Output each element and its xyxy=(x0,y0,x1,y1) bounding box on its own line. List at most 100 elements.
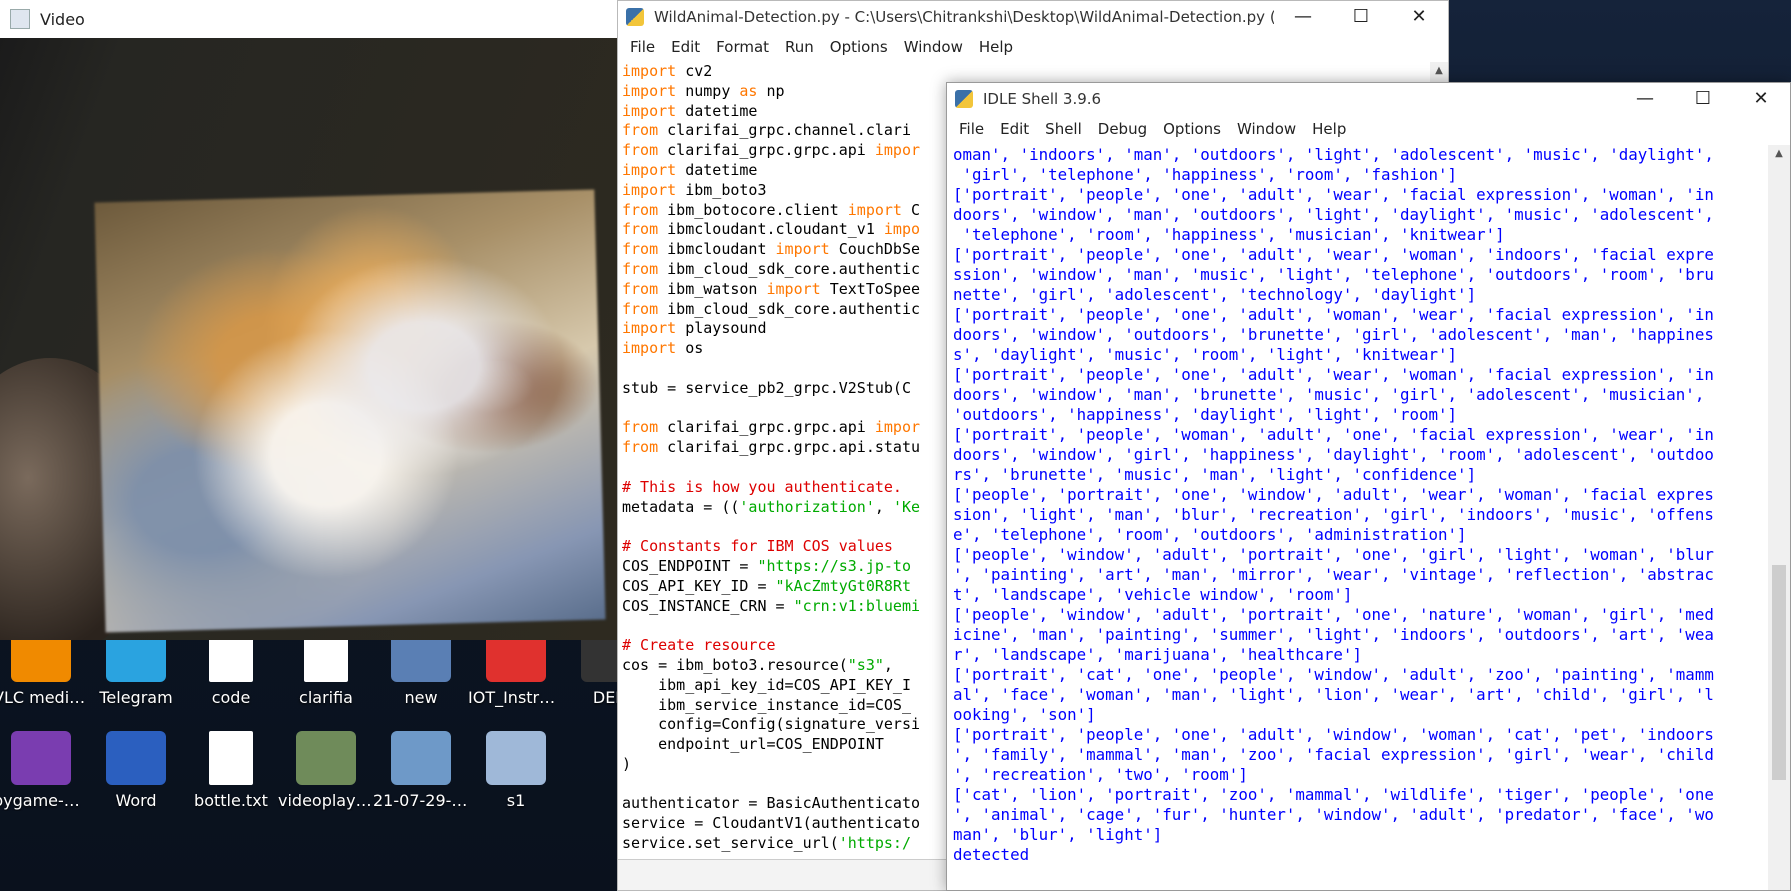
code-token: # Constants for IBM COS values xyxy=(622,537,893,556)
menu-edit[interactable]: Edit xyxy=(992,120,1037,138)
maximize-button[interactable]: ☐ xyxy=(1674,83,1732,114)
shell-output-line: doors', 'window', 'man', 'brunette', 'mu… xyxy=(953,385,1705,404)
menu-window[interactable]: Window xyxy=(1229,120,1304,138)
shell-output-line: sion', 'light', 'man', 'blur', 'recreati… xyxy=(953,505,1714,524)
code-token: metadata = (( xyxy=(622,497,740,516)
editor-menubar: File Edit Format Run Options Window Help xyxy=(618,32,1448,62)
video-window[interactable]: Video xyxy=(0,0,617,640)
desktop-icon[interactable]: bottle.txt xyxy=(183,731,279,811)
desktop-icon[interactable]: s1 xyxy=(468,731,564,811)
desktop-icon-label: pygame-1.9... xyxy=(0,791,89,810)
scroll-up-icon[interactable]: ▲ xyxy=(1768,145,1790,163)
minimize-button[interactable]: — xyxy=(1274,1,1332,32)
close-button[interactable]: ✕ xyxy=(1732,83,1790,114)
shell-output-line: icine', 'man', 'painting', 'summer', 'li… xyxy=(953,625,1714,644)
code-token: config=Config(signature_versi xyxy=(622,715,921,734)
video-titlebar[interactable]: Video xyxy=(0,0,617,38)
menu-edit[interactable]: Edit xyxy=(663,38,708,56)
menu-file[interactable]: File xyxy=(951,120,992,138)
winrar-icon xyxy=(11,731,71,785)
shell-output-line: ', 'animal', 'cage', 'fur', 'hunter', 'w… xyxy=(953,805,1714,824)
code-token: ibm_service_instance_id=COS_ xyxy=(622,695,911,714)
code-token: "kAcZmtyGt0R8Rt xyxy=(775,576,911,595)
code-token: clarifai_grpc.grpc.api.statu xyxy=(658,438,921,457)
code-token: stub = service_pb2_grpc.V2Stub(C xyxy=(622,378,911,397)
menu-debug[interactable]: Debug xyxy=(1090,120,1155,138)
code-line: import cv2 xyxy=(622,62,1430,82)
minimize-button[interactable]: — xyxy=(1616,83,1674,114)
code-token: COS_INSTANCE_CRN = xyxy=(622,596,794,615)
code-token: np xyxy=(757,81,785,100)
shell-output-line: ['portrait', 'people', 'one', 'adult', '… xyxy=(953,725,1714,744)
desktop-icon[interactable]: clarifia xyxy=(278,628,374,708)
video-title: Video xyxy=(40,9,85,29)
code-token: 'Ke xyxy=(892,497,921,516)
desktop-icon-label: code xyxy=(211,688,251,707)
close-button[interactable]: ✕ xyxy=(1390,1,1448,32)
shell-titlebar[interactable]: IDLE Shell 3.9.6 — ☐ ✕ xyxy=(947,83,1790,114)
code-token: import xyxy=(622,62,677,80)
scroll-thumb[interactable] xyxy=(1772,565,1786,780)
desktop-icon[interactable]: pygame-1.9... xyxy=(0,731,89,811)
shell-output-line: ['people', 'portrait', 'one', 'window', … xyxy=(953,485,1714,504)
desktop-icon[interactable]: videoplayb... xyxy=(278,731,374,811)
menu-help[interactable]: Help xyxy=(971,38,1021,56)
code-token: import xyxy=(775,240,830,259)
code-token: import xyxy=(622,81,677,100)
desktop-icon-label: bottle.txt xyxy=(194,791,268,810)
editor-titlebar[interactable]: WildAnimal-Detection.py - C:\Users\Chitr… xyxy=(618,1,1448,32)
code-token: "https://s3.jp-to xyxy=(757,556,911,575)
code-token: from xyxy=(622,200,659,219)
desktop-icon[interactable]: new xyxy=(373,628,469,708)
code-token: clarifai_grpc.grpc.api xyxy=(658,418,875,437)
code-token: authenticator = BasicAuthenticato xyxy=(622,794,921,813)
shell-output-line: ['cat', 'lion', 'portrait', 'zoo', 'mamm… xyxy=(953,785,1714,804)
menu-window[interactable]: Window xyxy=(896,38,971,56)
desktop-icon[interactable]: code xyxy=(183,628,279,708)
desktop-icon[interactable]: Word xyxy=(88,731,184,811)
desktop-icon[interactable]: VLC media player xyxy=(0,628,89,708)
shell-output-line: s', 'daylight', 'music', 'room', 'light'… xyxy=(953,345,1458,364)
shell-menubar: File Edit Shell Debug Options Window Help xyxy=(947,114,1790,144)
code-token: cos = ibm_boto3.resource( xyxy=(622,655,848,674)
desktop-icon-label: VLC media player xyxy=(0,688,89,707)
maximize-button[interactable]: ☐ xyxy=(1332,1,1390,32)
menu-file[interactable]: File xyxy=(622,38,663,56)
menu-options[interactable]: Options xyxy=(1155,120,1229,138)
code-token: os xyxy=(676,339,704,358)
menu-run[interactable]: Run xyxy=(777,38,822,56)
menu-shell[interactable]: Shell xyxy=(1037,120,1090,138)
shell-output-line: doors', 'window', 'man', 'outdoors', 'li… xyxy=(953,205,1714,224)
shell-output[interactable]: oman', 'indoors', 'man', 'outdoors', 'li… xyxy=(953,145,1764,890)
shell-window[interactable]: IDLE Shell 3.9.6 — ☐ ✕ File Edit Shell Debu… xyxy=(946,82,1791,891)
code-token: as xyxy=(739,81,758,100)
shell-output-line: e', 'telephone', 'room', 'outdoors', 'ad… xyxy=(953,525,1467,544)
menu-options[interactable]: Options xyxy=(822,38,896,56)
video-window-icon xyxy=(10,9,30,29)
shell-scrollbar[interactable]: ▲ xyxy=(1768,145,1790,890)
code-token: ibm_cloud_sdk_core.authentic xyxy=(658,259,921,278)
menu-format[interactable]: Format xyxy=(708,38,777,56)
code-token: cv2 xyxy=(676,62,713,80)
desktop-icon[interactable]: Telegram xyxy=(88,628,184,708)
code-token: ibm_watson xyxy=(658,279,767,298)
desktop-icon-label: new xyxy=(404,688,438,707)
video-frame xyxy=(0,38,617,640)
shell-output-line: ', 'painting', 'art', 'man', 'mirror', '… xyxy=(953,565,1714,584)
desktop-icon[interactable]: IOT_Instructi... xyxy=(468,628,564,708)
code-token: ibm_boto3 xyxy=(676,180,767,199)
code-token: impor xyxy=(874,418,921,437)
desktop-icon[interactable]: 21-07-29-2... xyxy=(373,731,469,811)
shell-output-line: ['people', 'window', 'adult', 'portrait'… xyxy=(953,545,1714,564)
code-token: from xyxy=(622,299,659,318)
shell-output-line: nette', 'girl', 'adolescent', 'technolog… xyxy=(953,285,1477,304)
shell-output-line: 'girl', 'telephone', 'happiness', 'room'… xyxy=(953,165,1458,184)
desktop-icon-label: Telegram xyxy=(99,688,173,707)
menu-help[interactable]: Help xyxy=(1304,120,1354,138)
shell-output-line: ['portrait', 'people', 'one', 'adult', '… xyxy=(953,305,1714,324)
code-token: # This is how you authenticate. xyxy=(622,477,902,496)
code-token: # Create resource xyxy=(622,636,776,655)
code-token: clarifai_grpc.channel.clari xyxy=(658,121,911,140)
scroll-up-icon[interactable]: ▲ xyxy=(1430,62,1448,80)
desktop-icon-label: s1 xyxy=(506,791,526,810)
